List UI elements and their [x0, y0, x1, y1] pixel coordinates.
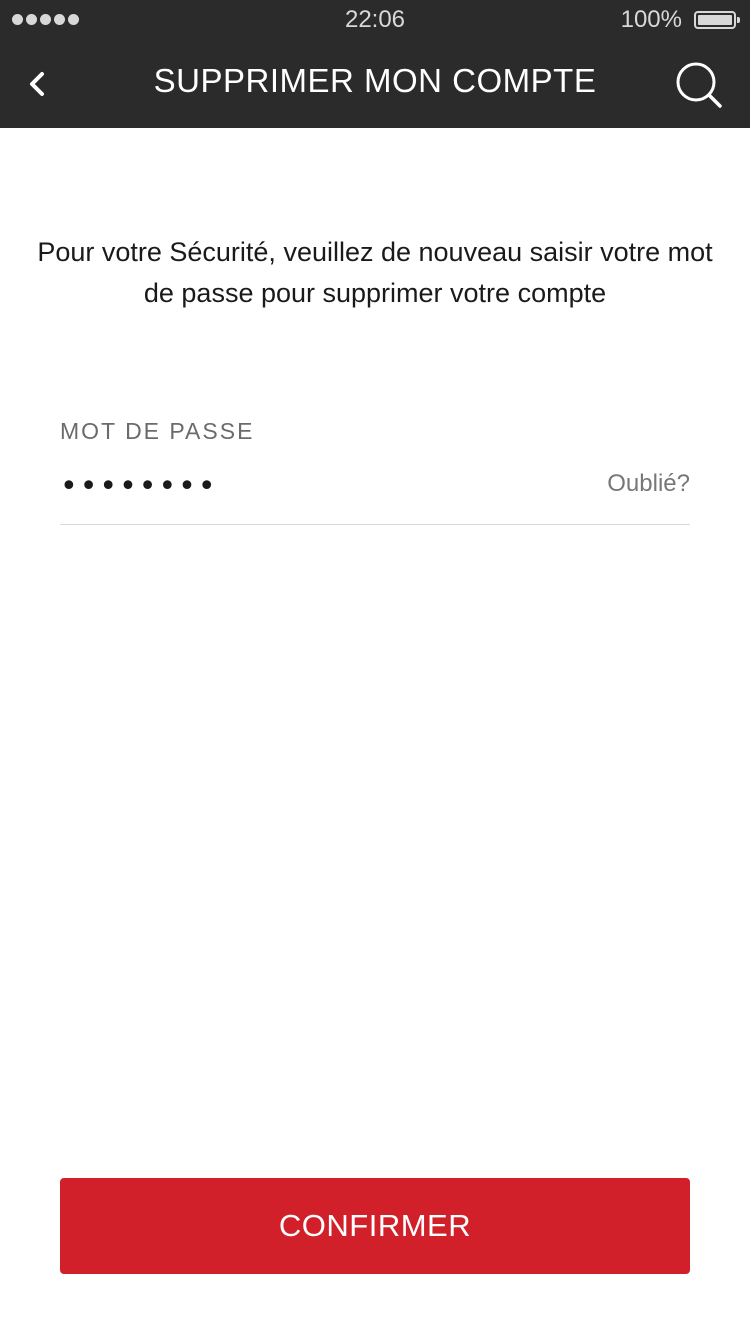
navigation-bar: SUPPRIMER MON COMPTE: [0, 40, 750, 128]
password-underline: [60, 524, 690, 525]
search-icon: [676, 62, 722, 108]
security-instruction: Pour votre Sécurité, veuillez de nouveau…: [37, 237, 713, 308]
back-button[interactable]: [20, 64, 56, 104]
battery-icon: [694, 11, 740, 29]
password-label: MOT DE PASSE: [60, 418, 255, 444]
battery-percentage: 100%: [620, 6, 682, 33]
search-button[interactable]: [674, 60, 726, 112]
chevron-left-icon: [30, 72, 44, 96]
battery-fill: [698, 15, 732, 25]
confirm-button[interactable]: CONFIRMER: [60, 1178, 690, 1274]
delete-account-screen: 22:06 100% SUPPRIMER MON COMPTE Pour vot…: [0, 0, 750, 1334]
header: 22:06 100% SUPPRIMER MON COMPTE: [0, 0, 750, 128]
page-title: SUPPRIMER MON COMPTE: [153, 62, 597, 99]
battery-nub: [737, 17, 740, 23]
password-input[interactable]: [60, 462, 580, 510]
forgot-password-link[interactable]: Oublié?: [607, 470, 690, 498]
status-bar: 22:06 100%: [0, 0, 750, 40]
